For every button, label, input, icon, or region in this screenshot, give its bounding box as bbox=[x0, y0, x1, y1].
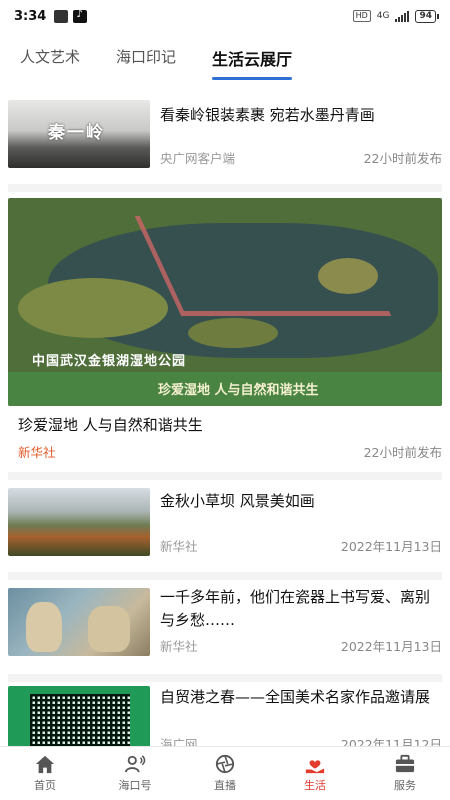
article-date: 2022年11月13日 bbox=[340, 639, 442, 654]
featured-image: 中国武汉金银湖湿地公园 珍爱湿地 人与自然和谐共生 bbox=[8, 198, 442, 406]
image-caption-location: 中国武汉金银湖湿地公园 bbox=[32, 354, 187, 369]
nav-life[interactable]: 生活 bbox=[270, 747, 360, 800]
tiktok-icon bbox=[73, 9, 88, 23]
nav-label: 服务 bbox=[394, 779, 416, 792]
bottom-navigation: 首页 海口号 直播 生活 服务 bbox=[0, 746, 450, 800]
island-shape bbox=[188, 318, 278, 348]
status-time: 3:34 bbox=[14, 8, 47, 24]
article-meta: 新华社 22小时前发布 bbox=[18, 442, 442, 461]
briefcase-icon bbox=[395, 754, 415, 773]
status-right: HD 4G 94 bbox=[352, 9, 439, 23]
nav-services[interactable]: 服务 bbox=[360, 747, 450, 800]
article-title: 一千多年前，他们在瓷器上书写爱、离别与乡愁…… bbox=[160, 588, 431, 629]
status-bar: 3:34 HD 4G 94 bbox=[0, 0, 450, 32]
tab-haikou-imprint[interactable]: 海口印记 bbox=[116, 38, 176, 82]
nav-home[interactable]: 首页 bbox=[0, 747, 90, 800]
island-shape bbox=[18, 278, 168, 338]
nav-label: 直播 bbox=[214, 779, 236, 792]
hd-icon: HD bbox=[352, 10, 371, 22]
article-meta: 新华社 2022年11月13日 bbox=[160, 636, 442, 655]
article-date: 22小时前发布 bbox=[363, 445, 442, 460]
article-source: 新华社 bbox=[160, 639, 198, 654]
article-date: 2022年11月13日 bbox=[340, 539, 442, 554]
divider bbox=[8, 674, 442, 682]
signal-icon bbox=[395, 10, 410, 22]
list-item[interactable]: 金秋小草坝 风景美如画 新华社 2022年11月13日 bbox=[0, 480, 450, 576]
article-source: 海广网 bbox=[160, 737, 198, 746]
tab-humanities-art[interactable]: 人文艺术 bbox=[20, 38, 80, 82]
article-title: 珍爱湿地 人与自然和谐共生 bbox=[18, 416, 203, 434]
nav-label: 生活 bbox=[304, 779, 326, 792]
nav-label: 海口号 bbox=[118, 779, 152, 792]
article-thumbnail bbox=[8, 488, 150, 556]
nav-live[interactable]: 直播 bbox=[180, 747, 270, 800]
jar-shape bbox=[88, 606, 130, 652]
article-meta: 新华社 2022年11月13日 bbox=[160, 536, 442, 555]
battery-icon: 94 bbox=[415, 9, 439, 23]
nav-label: 首页 bbox=[34, 779, 56, 792]
home-icon bbox=[35, 755, 55, 774]
article-date: 2022年11月12日 bbox=[340, 737, 442, 746]
jar-shape bbox=[26, 602, 62, 652]
article-thumbnail bbox=[8, 588, 150, 656]
list-item[interactable]: 自贸港之春——全国美术名家作品邀请展 海广网 2022年11月12日 bbox=[0, 684, 450, 746]
message-icon bbox=[54, 9, 69, 23]
qr-code-icon bbox=[30, 694, 130, 746]
article-thumbnail bbox=[8, 686, 150, 746]
featured-item[interactable]: 中国武汉金银湖湿地公园 珍爱湿地 人与自然和谐共生 珍爱湿地 人与自然和谐共生 … bbox=[0, 86, 450, 476]
image-caption-slogan: 珍爱湿地 人与自然和谐共生 bbox=[158, 383, 319, 398]
article-title: 金秋小草坝 风景美如画 bbox=[160, 492, 315, 510]
network-label: 4G bbox=[376, 11, 390, 21]
tab-life-cloud-gallery[interactable]: 生活云展厅 bbox=[212, 38, 293, 82]
person-broadcast-icon bbox=[125, 755, 146, 773]
nav-haikou-account[interactable]: 海口号 bbox=[90, 747, 180, 800]
divider bbox=[8, 572, 442, 580]
hand-heart-icon bbox=[305, 760, 325, 774]
article-meta: 海广网 2022年11月12日 bbox=[160, 734, 442, 746]
aperture-icon bbox=[215, 754, 235, 774]
article-source: 新华社 bbox=[18, 445, 56, 460]
article-title: 自贸港之春——全国美术名家作品邀请展 bbox=[160, 688, 431, 706]
article-source: 新华社 bbox=[160, 539, 198, 554]
divider bbox=[8, 472, 442, 480]
list-item[interactable]: 一千多年前，他们在瓷器上书写爱、离别与乡愁…… 新华社 2022年11月13日 bbox=[0, 580, 450, 676]
news-feed[interactable]: 秦一岭 看秦岭银装素裹 宛若水墨丹青画 央广网客户端 22小时前发布 中国武汉金… bbox=[0, 86, 450, 746]
category-tabs: 人文艺术 海口印记 生活云展厅 bbox=[0, 38, 450, 82]
